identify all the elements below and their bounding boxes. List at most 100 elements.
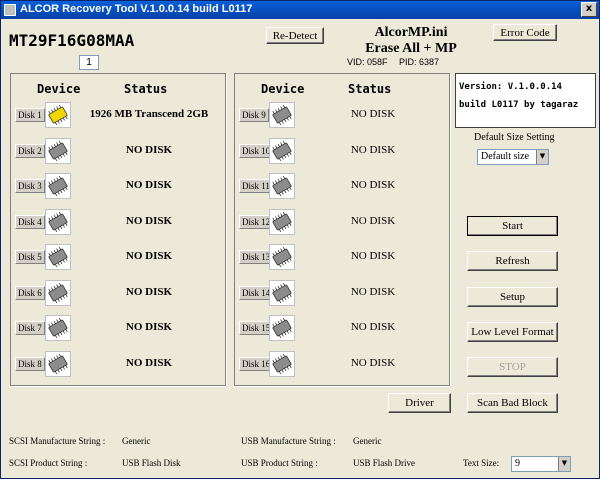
disk-label[interactable]: Disk 1	[15, 108, 45, 122]
chip-icon[interactable]	[45, 244, 71, 270]
disk-row: Disk 14 NO DISK	[235, 279, 449, 306]
disk-row: Disk 13 NO DISK	[235, 244, 449, 270]
chip-icon[interactable]	[269, 350, 295, 377]
disk-row: Disk 3 NO DISK	[11, 173, 225, 199]
disk-row: Disk 4 NO DISK	[11, 208, 225, 235]
chip-icon[interactable]	[269, 173, 295, 199]
disk-row: Disk 11 NO DISK	[235, 173, 449, 199]
disk-status: NO DISK	[125, 143, 173, 156]
chip-icon[interactable]	[45, 208, 71, 235]
chip-icon[interactable]	[269, 102, 295, 128]
usb-product-value: USB Flash Drive	[353, 458, 416, 468]
scsi-product-value: USB Flash Disk	[122, 458, 181, 468]
disk-row: Disk 1 1926 MB Transcend 2GB	[11, 102, 225, 128]
chip-icon[interactable]	[45, 137, 71, 164]
disk-row: Disk 7 NO DISK	[11, 315, 225, 341]
chip-icon[interactable]	[45, 279, 71, 306]
title-bar[interactable]: ALCOR Recovery Tool V.1.0.0.14 build L01…	[1, 1, 599, 19]
usb-manufacture-value: Generic	[353, 436, 382, 446]
scsi-product-label: SCSI Product String :	[9, 458, 88, 468]
disk-status: NO DISK	[350, 250, 396, 262]
chip-icon[interactable]	[45, 173, 71, 199]
start-button[interactable]: Start	[467, 216, 558, 236]
text-size-value: 9	[515, 458, 520, 469]
close-button[interactable]: x	[581, 2, 597, 17]
disk-status: NO DISK	[125, 285, 173, 298]
stop-button[interactable]: STOP	[467, 357, 558, 377]
device-header: Device	[261, 82, 305, 96]
disk-row: Disk 15 NO DISK	[235, 315, 449, 341]
disk-row: Disk 6 NO DISK	[11, 279, 225, 306]
version-box: Version: V.1.0.0.14 build L0117 by tagar…	[455, 73, 596, 128]
chip-icon[interactable]	[269, 244, 295, 270]
usb-manufacture-label: USB Manufacture String :	[241, 436, 336, 446]
default-size-select[interactable]: Default size ▼	[477, 149, 549, 165]
disk-label[interactable]: Disk 7	[15, 321, 45, 335]
ini-title: AlcorMP.ini	[374, 25, 448, 40]
chip-icon[interactable]	[45, 350, 71, 377]
disk-status: 1926 MB Transcend 2GB	[89, 108, 209, 120]
version-line: Version: V.1.0.0.14	[459, 82, 562, 92]
status-header: Status	[124, 82, 168, 96]
disk-status: NO DISK	[350, 321, 396, 333]
chip-icon[interactable]	[269, 137, 295, 164]
size-setting-label: Default Size Setting	[474, 132, 555, 143]
vid-label: VID: 058F	[347, 57, 388, 67]
chip-icon[interactable]	[269, 315, 295, 341]
app-window: ALCOR Recovery Tool V.1.0.0.14 build L01…	[0, 0, 600, 479]
text-size-select[interactable]: 9 ▼	[511, 456, 571, 472]
disk-status: NO DISK	[125, 214, 173, 227]
disk-status: NO DISK	[350, 108, 396, 120]
setup-button[interactable]: Setup	[467, 287, 558, 307]
disk-row: Disk 5 NO DISK	[11, 244, 225, 270]
disk-label[interactable]: Disk 6	[15, 285, 45, 300]
disk-row: Disk 10 NO DISK	[235, 137, 449, 164]
scsi-manufacture-value: Generic	[122, 436, 151, 446]
chip-model: MT29F16G08MAA	[9, 31, 135, 50]
disk-panel-left: Device Status Disk 1 1926 MB Transcend 2G…	[10, 73, 226, 386]
disk-status: NO DISK	[125, 356, 173, 369]
disk-label[interactable]: Disk 3	[15, 179, 45, 193]
ini-subtitle: Erase All + MP	[365, 41, 457, 56]
disk-status: NO DISK	[125, 321, 173, 333]
disk-label[interactable]: Disk 8	[15, 356, 45, 371]
refresh-button[interactable]: Refresh	[467, 251, 558, 271]
disk-row: Disk 12 NO DISK	[235, 208, 449, 235]
low-level-format-button[interactable]: Low Level Format	[467, 322, 558, 342]
chip-icon[interactable]	[45, 315, 71, 341]
disk-status: NO DISK	[350, 179, 396, 191]
disk-label[interactable]: Disk 5	[15, 250, 45, 264]
device-header: Device	[37, 82, 81, 96]
error-code-button[interactable]: Error Code	[493, 24, 557, 41]
disk-row: Disk 8 NO DISK	[11, 350, 225, 377]
scsi-manufacture-label: SCSI Manufacture String :	[9, 436, 106, 446]
disk-panel-right: Device Status Disk 9 NO DISK Disk 10 NO DIS…	[234, 73, 450, 386]
disk-row: Disk 16 NO DISK	[235, 350, 449, 377]
chevron-down-icon: ▼	[558, 457, 570, 471]
pid-label: PID: 6387	[399, 57, 440, 67]
disk-label[interactable]: Disk 9	[239, 108, 269, 122]
status-header: Status	[348, 82, 392, 96]
disk-label[interactable]: Disk 2	[15, 143, 45, 158]
chevron-down-icon: ▼	[536, 150, 548, 164]
window-title: ALCOR Recovery Tool V.1.0.0.14 build L01…	[20, 3, 253, 15]
driver-button[interactable]: Driver	[388, 393, 451, 413]
number-field[interactable]: 1	[79, 55, 99, 70]
disk-status: NO DISK	[350, 285, 396, 298]
redetect-button[interactable]: Re-Detect	[266, 27, 324, 44]
chip-icon-active[interactable]	[45, 102, 71, 128]
build-line: build L0117 by tagaraz	[459, 100, 579, 110]
chip-icon[interactable]	[269, 208, 295, 235]
chip-icon[interactable]	[269, 279, 295, 306]
disk-label[interactable]: Disk 4	[15, 214, 45, 229]
disk-status: NO DISK	[125, 179, 173, 191]
usb-product-label: USB Product String :	[241, 458, 318, 468]
disk-label[interactable]: Disk 11	[239, 179, 273, 193]
disk-status: NO DISK	[350, 214, 396, 227]
scan-bad-block-button[interactable]: Scan Bad Block	[467, 393, 558, 413]
default-size-value: Default size	[481, 151, 530, 162]
disk-status: NO DISK	[350, 143, 396, 156]
text-size-label: Text Size:	[463, 458, 500, 468]
app-icon	[4, 4, 16, 16]
disk-status: NO DISK	[350, 356, 396, 369]
